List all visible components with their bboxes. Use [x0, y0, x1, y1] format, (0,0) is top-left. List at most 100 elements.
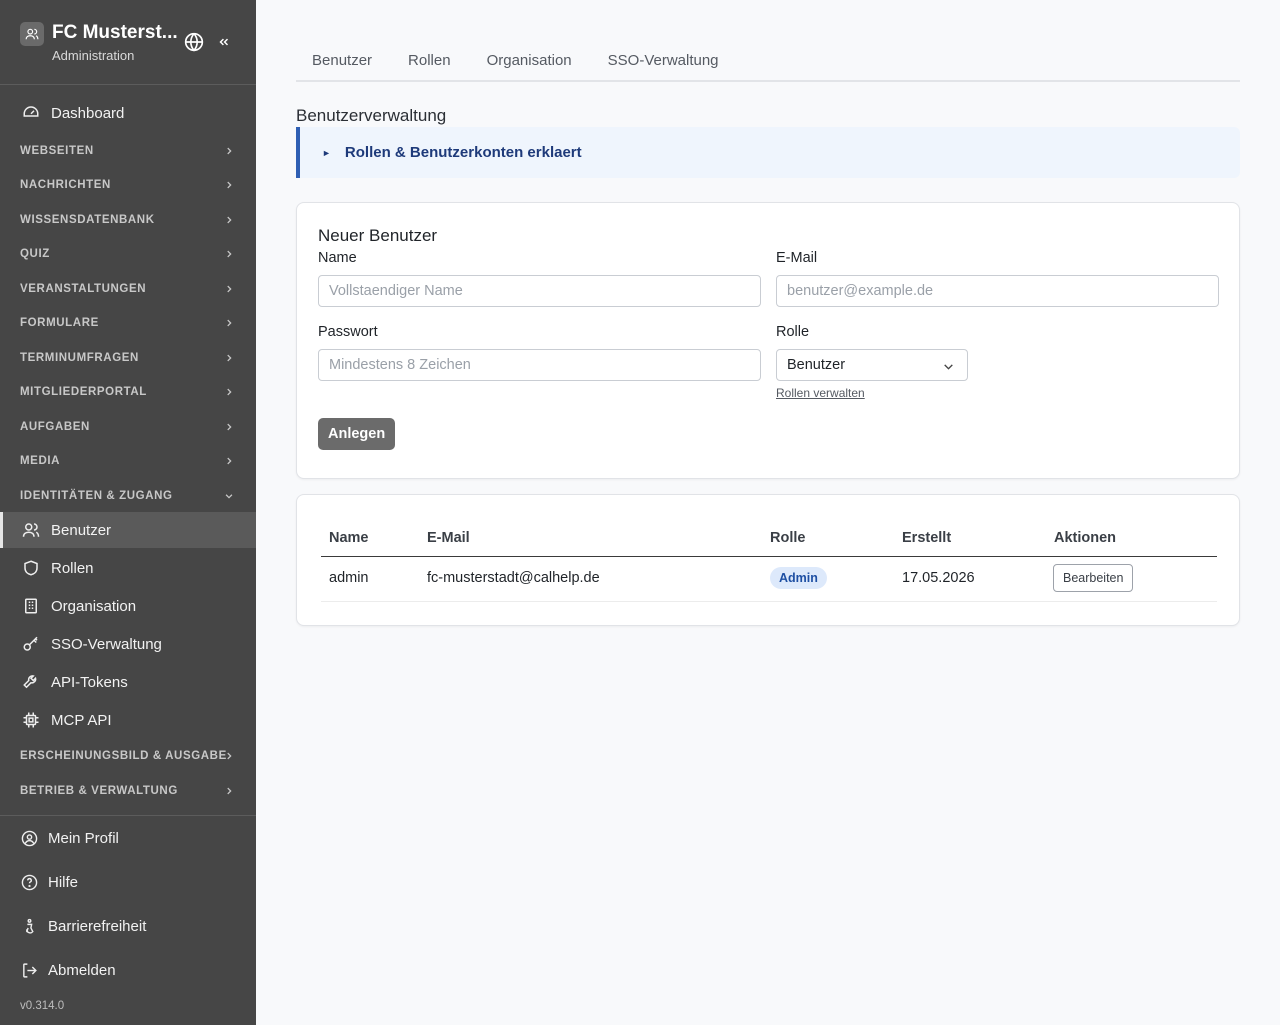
- role-select[interactable]: Benutzer: [776, 349, 968, 381]
- role-label: Rolle: [776, 324, 810, 340]
- tab-rollen[interactable]: Rollen: [392, 40, 467, 80]
- sidebar-header: FC Musterst... Administration: [0, 0, 256, 85]
- sidebar-divider: [0, 815, 256, 816]
- table-row: admin fc-musterstadt@calhelp.de Admin 17…: [321, 557, 1217, 602]
- sidebar-group-aufgaben[interactable]: AUFGABEN: [0, 412, 256, 442]
- collapse-sidebar-icon[interactable]: [214, 31, 234, 53]
- sidebar-item-api-tokens[interactable]: API-Tokens: [0, 664, 256, 700]
- chevron-right-icon: [222, 351, 236, 365]
- chevron-right-icon: [222, 454, 236, 468]
- chevron-right-icon: [222, 385, 236, 399]
- sidebar-group-media[interactable]: MEDIA: [0, 446, 256, 476]
- new-user-form: Neuer Benutzer Name E-Mail Passwort Roll…: [296, 202, 1240, 479]
- shield-icon: [20, 557, 42, 579]
- sidebar-group-identitaeten[interactable]: IDENTITÄTEN & ZUGANG: [0, 481, 256, 511]
- cell-email: fc-musterstadt@calhelp.de: [427, 570, 600, 586]
- info-disclosure[interactable]: ► Rollen & Benutzerkonten erklaert: [296, 127, 1240, 178]
- users-icon: [20, 519, 42, 541]
- chevron-down-icon: [941, 359, 955, 373]
- group-label: IDENTITÄTEN & ZUGANG: [20, 490, 173, 502]
- sidebar-item-label: Abmelden: [48, 961, 116, 979]
- edit-user-button[interactable]: Bearbeiten: [1053, 564, 1134, 592]
- group-label: BETRIEB & VERWALTUNG: [20, 785, 178, 797]
- sidebar-group-terminumfragen[interactable]: TERMINUMFRAGEN: [0, 343, 256, 373]
- sidebar-item-mein-profil[interactable]: Mein Profil: [0, 820, 256, 856]
- role-select-value: Benutzer: [787, 357, 846, 373]
- sidebar-item-label: MCP API: [51, 711, 112, 729]
- column-header-email[interactable]: E-Mail: [427, 530, 470, 546]
- group-label: WEBSEITEN: [20, 145, 94, 157]
- cell-name: admin: [329, 570, 369, 586]
- group-label: TERMINUMFRAGEN: [20, 352, 139, 364]
- chevron-right-icon: [222, 784, 236, 798]
- group-label: FORMULARE: [20, 317, 99, 329]
- org-logo-icon: [20, 22, 44, 46]
- sidebar-item-hilfe[interactable]: Hilfe: [0, 864, 256, 900]
- form-title: Neuer Benutzer: [318, 226, 438, 245]
- email-label: E-Mail: [776, 250, 818, 266]
- globe-icon[interactable]: [183, 31, 205, 53]
- password-input[interactable]: [318, 349, 761, 381]
- info-disclosure-label: Rollen & Benutzerkonten erklaert: [344, 144, 582, 161]
- sidebar-group-nachrichten[interactable]: NACHRICHTEN: [0, 170, 256, 200]
- sidebar-item-mcp-api[interactable]: MCP API: [0, 702, 256, 738]
- group-label: AUFGABEN: [20, 421, 90, 433]
- group-label: VERANSTALTUNGEN: [20, 283, 147, 295]
- group-label: MITGLIEDERPORTAL: [20, 386, 147, 398]
- sidebar-item-barrierefreiheit[interactable]: Barrierefreiheit: [0, 908, 256, 944]
- name-label: Name: [318, 250, 357, 266]
- key-icon: [20, 633, 42, 655]
- sidebar-group-erscheinungsbild[interactable]: ERSCHEINUNGSBILD & AUSGABE: [0, 741, 256, 771]
- tab-benutzer[interactable]: Benutzer: [296, 40, 388, 80]
- gauge-icon: [20, 102, 42, 124]
- password-label: Passwort: [318, 324, 378, 340]
- sidebar-group-betrieb[interactable]: BETRIEB & VERWALTUNG: [0, 776, 256, 806]
- user-circle-icon: [20, 829, 38, 847]
- sidebar-item-dashboard[interactable]: Dashboard: [0, 95, 256, 131]
- group-label: QUIZ: [20, 248, 50, 260]
- name-input[interactable]: [318, 275, 761, 307]
- sidebar-item-benutzer[interactable]: Benutzer: [0, 512, 256, 548]
- app-version: v0.314.0: [20, 1000, 65, 1012]
- building-icon: [20, 595, 42, 617]
- logout-icon: [20, 961, 38, 979]
- sidebar-item-label: Rollen: [51, 559, 94, 577]
- sidebar-item-organisation[interactable]: Organisation: [0, 588, 256, 624]
- chevron-down-icon: [222, 489, 236, 503]
- manage-roles-link[interactable]: Rollen verwalten: [776, 386, 865, 400]
- users-table: Name E-Mail Rolle Erstellt Aktionen admi…: [296, 494, 1240, 626]
- tab-organisation[interactable]: Organisation: [471, 40, 588, 80]
- sidebar-item-label: Hilfe: [48, 873, 79, 891]
- sidebar-group-veranstaltungen[interactable]: VERANSTALTUNGEN: [0, 274, 256, 304]
- sidebar-group-quiz[interactable]: QUIZ: [0, 239, 256, 269]
- sidebar-group-mitgliederportal[interactable]: MITGLIEDERPORTAL: [0, 377, 256, 407]
- group-label: ERSCHEINUNGSBILD & AUSGABE: [20, 750, 227, 762]
- sidebar-item-rollen[interactable]: Rollen: [0, 550, 256, 586]
- sidebar-item-label: SSO-Verwaltung: [51, 635, 162, 653]
- create-user-button[interactable]: Anlegen: [318, 418, 396, 450]
- sidebar-item-label: Benutzer: [51, 521, 112, 539]
- chevron-right-icon: [222, 420, 236, 434]
- column-header-name[interactable]: Name: [329, 530, 369, 546]
- sidebar-item-sso[interactable]: SSO-Verwaltung: [0, 626, 256, 662]
- chevron-right-icon: [222, 282, 236, 296]
- sidebar-group-wissensdatenbank[interactable]: WISSENSDATENBANK: [0, 205, 256, 235]
- sidebar-item-abmelden[interactable]: Abmelden: [0, 952, 256, 988]
- org-title: FC Musterst...: [52, 22, 178, 43]
- sidebar-item-label: Dashboard: [51, 104, 125, 122]
- email-input[interactable]: [776, 275, 1219, 307]
- disclosure-triangle-icon: ►: [322, 147, 331, 158]
- chevron-right-icon: [222, 316, 236, 330]
- org-subtitle: Administration: [52, 48, 135, 63]
- column-header-role[interactable]: Rolle: [770, 530, 805, 546]
- chip-icon: [20, 709, 42, 731]
- accessibility-icon: [20, 917, 38, 935]
- sidebar-item-label: Organisation: [51, 597, 137, 615]
- page-title: Benutzerverwaltung: [296, 106, 447, 125]
- tab-sso-verwaltung[interactable]: SSO-Verwaltung: [592, 40, 735, 80]
- column-header-created[interactable]: Erstellt: [902, 530, 951, 546]
- tab-bar: Benutzer Rollen Organisation SSO-Verwalt…: [296, 40, 1240, 82]
- cell-created: 17.05.2026: [902, 570, 975, 586]
- sidebar-group-webseiten[interactable]: WEBSEITEN: [0, 136, 256, 166]
- sidebar-group-formulare[interactable]: FORMULARE: [0, 308, 256, 338]
